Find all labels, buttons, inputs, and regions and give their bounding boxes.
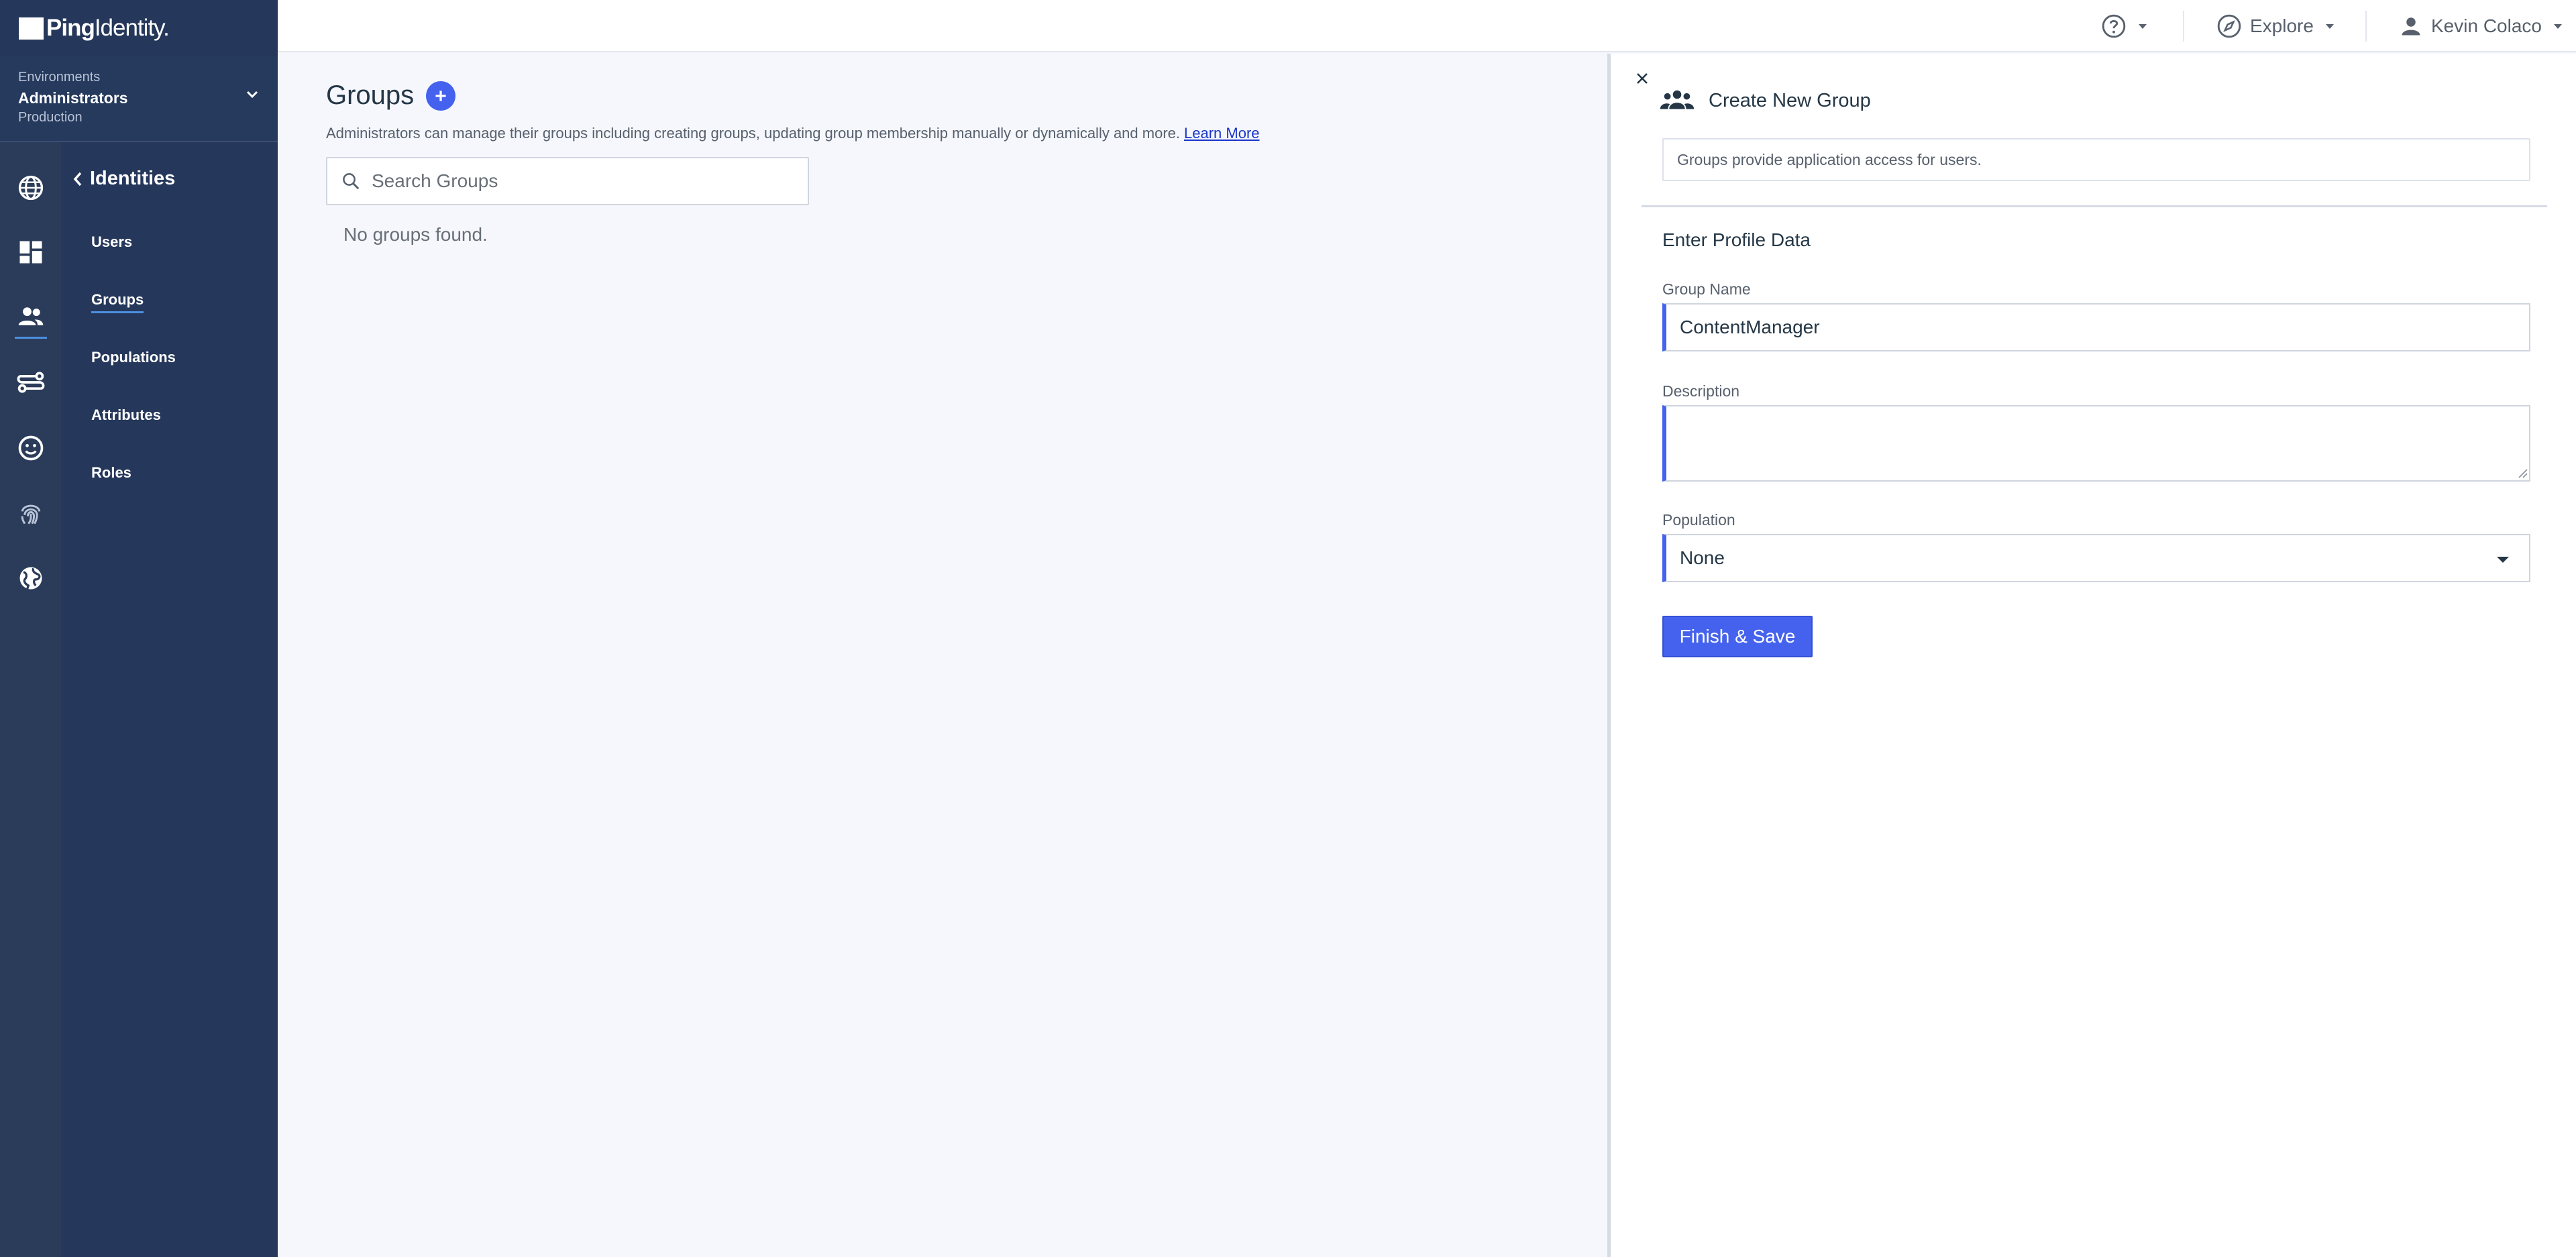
finish-save-button[interactable]: Finish & Save [1662, 616, 1813, 657]
environment-selector[interactable]: Environments Administrators Production [0, 56, 278, 142]
users-icon[interactable] [16, 302, 46, 331]
user-menu[interactable]: Kevin Colaco [2399, 0, 2562, 52]
chevron-down-icon [246, 90, 259, 103]
create-group-panel: Create New Group Groups provide applicat… [1607, 54, 2576, 1257]
page-description-text: Administrators can manage their groups i… [326, 125, 1181, 142]
population-select[interactable]: None [1662, 534, 2530, 582]
nav-back-identities[interactable]: Identities [72, 168, 175, 190]
sidebar-item-groups[interactable]: Groups [91, 291, 144, 313]
environment-name: Administrators [18, 89, 128, 107]
search-icon [343, 173, 360, 190]
sidebar-item-attributes[interactable]: Attributes [91, 406, 161, 424]
description-field[interactable] [1662, 405, 2530, 482]
fingerprint-icon[interactable] [16, 499, 46, 529]
page-description: Administrators can manage their groups i… [326, 125, 1260, 142]
panel-header: Create New Group [1659, 86, 1871, 115]
caret-down-icon [2553, 23, 2562, 29]
population-label: Population [1662, 511, 1735, 529]
connections-icon[interactable] [16, 368, 46, 397]
description-label: Description [1662, 382, 1740, 400]
group-name-label: Group Name [1662, 280, 1751, 298]
face-icon[interactable] [16, 433, 46, 463]
caret-down-icon [2497, 557, 2509, 563]
divider [2183, 11, 2184, 42]
user-name: Kevin Colaco [2431, 15, 2542, 36]
page-header: Groups [326, 80, 456, 111]
help-menu[interactable] [2101, 0, 2147, 52]
caret-down-icon [2325, 23, 2334, 29]
population-value: None [1680, 547, 1725, 568]
top-bar: Explore Kevin Colaco [278, 0, 2576, 52]
explore-menu[interactable]: Explore [2216, 0, 2334, 52]
divider [2365, 11, 2367, 42]
user-icon [2402, 17, 2420, 36]
world-icon[interactable] [16, 563, 46, 593]
group-name-field[interactable]: ContentManager [1662, 303, 2530, 351]
add-group-button[interactable] [426, 80, 456, 111]
explore-label: Explore [2250, 15, 2314, 36]
sidebar-item-populations[interactable]: Populations [91, 349, 176, 366]
environment-type: Production [18, 110, 83, 125]
environment-label: Environments [18, 70, 101, 85]
compass-icon [2217, 14, 2241, 38]
learn-more-link[interactable]: Learn More [1184, 125, 1260, 142]
globe-icon[interactable] [16, 173, 46, 203]
plus-icon [435, 90, 446, 101]
caret-down-icon [2139, 23, 2147, 29]
close-button[interactable] [1632, 68, 1652, 89]
close-icon [1637, 73, 1648, 84]
nav-title: Identities [90, 168, 176, 189]
dashboard-icon[interactable] [16, 237, 46, 267]
divider [1642, 205, 2547, 207]
main-content: Groups Administrators can manage their g… [278, 54, 1607, 1257]
panel-title: Create New Group [1709, 89, 1871, 111]
chevron-left-icon [73, 172, 82, 186]
help-icon [2102, 14, 2126, 38]
page-title: Groups [326, 80, 415, 110]
section-title: Enter Profile Data [1662, 229, 1811, 250]
logo[interactable]: PingIdentity. [46, 15, 170, 42]
resize-grip-icon[interactable] [2516, 467, 2528, 482]
group-icon [1660, 90, 1695, 109]
search-input[interactable] [372, 170, 788, 192]
sidebar-item-users[interactable]: Users [91, 233, 132, 251]
panel-note: Groups provide application access for us… [1662, 138, 2530, 181]
rail-active-indicator [15, 337, 47, 339]
empty-state: No groups found. [343, 224, 488, 245]
brand-bar: PingIdentity. [0, 0, 278, 56]
logo-mark [19, 17, 44, 40]
search-box[interactable] [326, 157, 809, 205]
sidebar-item-roles[interactable]: Roles [91, 464, 131, 482]
